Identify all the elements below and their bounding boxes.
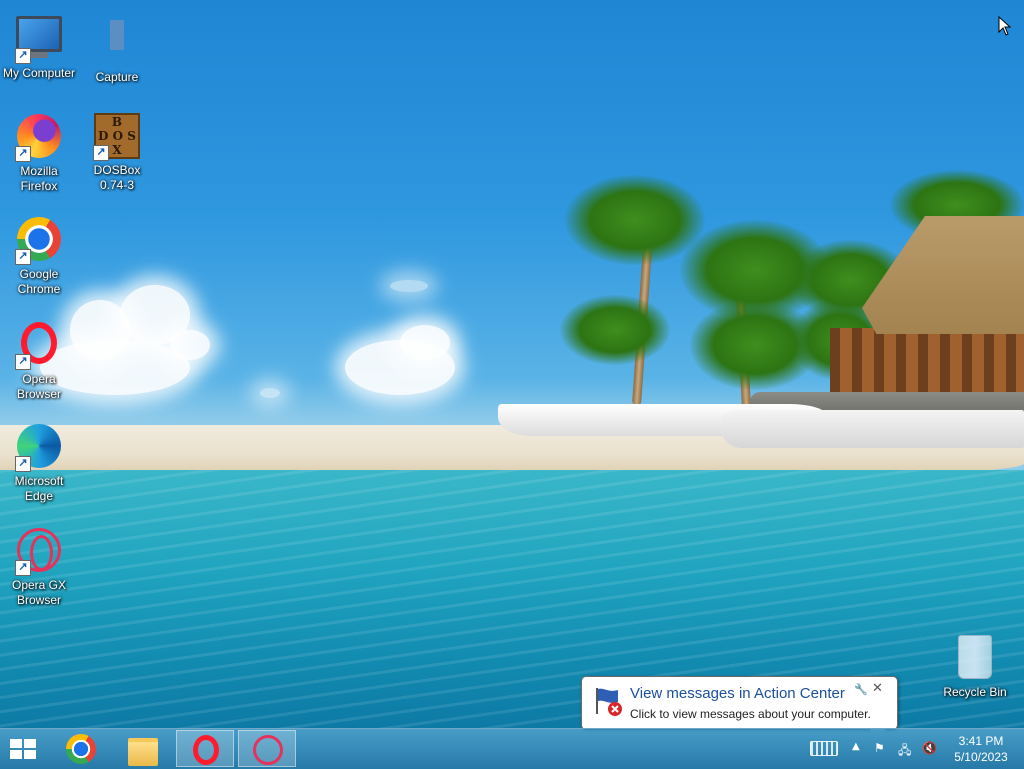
notification-text: Click to view messages about your comput… <box>630 707 871 721</box>
notification-title[interactable]: View messages in Action Center <box>630 685 845 702</box>
firefox-icon: ↗ <box>15 114 63 162</box>
clock-date: 5/10/2023 <box>954 750 1008 764</box>
volume-muted-icon[interactable]: 🔇 <box>922 741 938 755</box>
desktop-icon-label: Capture <box>95 70 139 84</box>
shortcut-arrow-icon: ↗ <box>15 48 31 64</box>
desktop-icon-my-computer[interactable]: ↗ My Computer <box>0 10 78 81</box>
chrome-icon: ↗ <box>15 217 63 265</box>
action-center-tray-icon[interactable]: ⚑ <box>874 741 888 755</box>
desktop-icon-label: My Computer <box>2 66 76 80</box>
desktop-icon-label: Recycle Bin <box>943 685 1007 699</box>
taskbar-opera-button[interactable] <box>176 730 234 767</box>
shortcut-arrow-icon: ↗ <box>15 560 31 576</box>
clock[interactable]: 3:41 PM 5/10/2023 <box>946 733 1016 765</box>
computer-icon: ↗ <box>15 16 63 64</box>
opera-icon: ↗ <box>15 322 63 370</box>
show-hidden-icons-chevron-icon[interactable]: ▲ <box>852 741 860 752</box>
desktop-icon-label: DOSBox 0.74-3 <box>93 163 141 192</box>
hut-roof <box>862 216 1024 334</box>
desktop-icon-opera-gx[interactable]: ↗ Opera GX Browser <box>0 526 78 608</box>
taskbar-file-explorer-button[interactable] <box>114 730 172 767</box>
start-button[interactable] <box>0 730 48 767</box>
cloud <box>170 330 210 360</box>
cloud <box>390 280 428 292</box>
opera-gx-icon: ↗ <box>15 528 63 576</box>
desktop-icon-label: Opera Browser <box>16 372 61 401</box>
recycle-bin-icon <box>951 635 999 683</box>
start-icon <box>10 739 38 761</box>
chrome-icon <box>66 734 96 764</box>
folder-icon <box>128 738 158 766</box>
canoe <box>720 410 1024 448</box>
shortcut-arrow-icon: ↗ <box>15 456 31 472</box>
desktop-icon-chrome[interactable]: ↗ Google Chrome <box>0 215 78 297</box>
shortcut-arrow-icon: ↗ <box>15 249 31 265</box>
desktop-icon-label: Google Chrome <box>17 267 61 296</box>
desktop-icon-firefox[interactable]: ↗ Mozilla Firefox <box>0 112 78 194</box>
mouse-cursor-icon <box>998 16 1012 36</box>
cloud <box>400 325 450 360</box>
edge-icon: ↗ <box>15 424 63 472</box>
shortcut-arrow-icon: ↗ <box>93 145 109 161</box>
folder-icon <box>93 20 141 68</box>
action-center-notification[interactable]: View messages in Action Center Click to … <box>581 676 898 741</box>
hut-wall <box>830 328 1024 394</box>
desktop-icon-label: Microsoft Edge <box>14 474 64 503</box>
shortcut-arrow-icon: ↗ <box>15 146 31 162</box>
desktop-icon-label: Opera GX Browser <box>11 578 67 607</box>
desktop-icon-label: Mozilla Firefox <box>20 164 58 193</box>
palm-leaves <box>560 295 670 365</box>
taskbar-opera-gx-button[interactable] <box>238 730 296 767</box>
desktop-wallpaper <box>0 0 1024 728</box>
desktop-icon-recycle-bin[interactable]: Recycle Bin <box>936 632 1014 700</box>
opera-icon <box>193 735 219 765</box>
opera-gx-icon <box>253 735 283 765</box>
network-icon[interactable]: 🖧 <box>898 741 914 757</box>
dosbox-icon: B D O S X ↗ <box>93 113 141 161</box>
desktop-icon-dosbox[interactable]: B D O S X ↗ DOSBox 0.74-3 <box>78 112 156 193</box>
settings-wrench-icon[interactable]: 🔧 <box>854 683 868 696</box>
desktop-icon-opera[interactable]: ↗ Opera Browser <box>0 319 78 402</box>
desktop-icon-capture[interactable]: Capture <box>78 10 156 85</box>
action-center-flag-icon <box>596 688 622 716</box>
desktop-icon-edge[interactable]: ↗ Microsoft Edge <box>0 422 78 504</box>
shortcut-arrow-icon: ↗ <box>15 354 31 370</box>
clock-time: 3:41 PM <box>958 734 1004 748</box>
taskbar-chrome-button[interactable] <box>52 730 110 767</box>
taskbar: ▲ ⚑ 🖧 🔇 3:41 PM 5/10/2023 <box>0 728 1024 769</box>
cloud <box>260 388 280 398</box>
touch-keyboard-icon[interactable] <box>810 741 838 756</box>
close-notification-button[interactable]: ✕ <box>872 681 883 696</box>
